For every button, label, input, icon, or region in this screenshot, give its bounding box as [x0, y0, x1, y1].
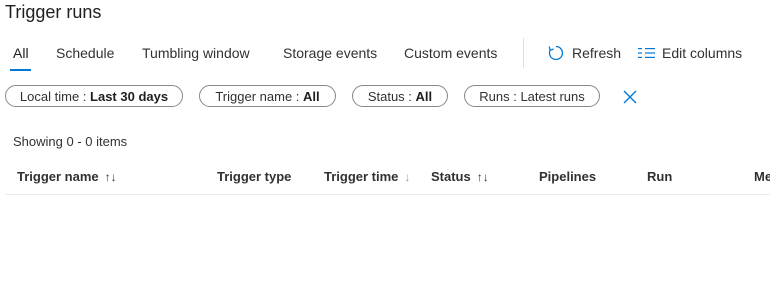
table-header-divider — [5, 194, 770, 195]
tab-tumbling-window[interactable]: Tumbling window — [142, 44, 250, 62]
filter-trigger-name-value: All — [303, 88, 320, 104]
tab-schedule[interactable]: Schedule — [56, 44, 114, 62]
filter-runs-key: Runs : — [479, 88, 517, 104]
column-header-trigger-name[interactable]: Trigger name ↑↓ — [17, 169, 117, 184]
column-label: Me — [754, 169, 770, 184]
page-title: Trigger runs — [5, 2, 102, 22]
filter-local-time-key: Local time : — [19, 88, 87, 104]
filter-trigger-name[interactable]: Trigger name : All — [199, 85, 336, 107]
sort-desc-icon: ↓ — [404, 169, 411, 184]
column-label: Trigger name — [17, 169, 99, 184]
sort-icon: ↑↓ — [104, 169, 117, 184]
filter-status-value: All — [415, 88, 433, 104]
column-header-status[interactable]: Status ↑↓ — [431, 169, 489, 184]
column-label: Status — [431, 169, 471, 184]
active-tab-indicator — [10, 69, 31, 71]
tab-storage-events[interactable]: Storage events — [283, 44, 377, 62]
column-label: Trigger time — [324, 169, 399, 184]
column-header-pipelines[interactable]: Pipelines — [539, 169, 596, 184]
column-label: Pipelines — [539, 169, 597, 184]
filter-status-key: Status : — [367, 88, 412, 104]
toolbar-divider — [523, 38, 524, 68]
refresh-icon — [548, 45, 564, 61]
filter-status[interactable]: Status : All — [352, 85, 448, 107]
filter-trigger-name-key: Trigger name : — [215, 88, 300, 104]
columns-icon — [638, 48, 655, 58]
clear-filters-icon[interactable] — [621, 88, 639, 106]
refresh-label: Refresh — [572, 45, 622, 61]
filter-local-time[interactable]: Local time : Last 30 days — [5, 85, 183, 107]
column-header-trigger-time[interactable]: Trigger time ↓ — [324, 169, 410, 184]
results-count: Showing 0 - 0 items — [13, 134, 128, 149]
column-header-trigger-type[interactable]: Trigger type — [217, 169, 291, 184]
refresh-button[interactable]: Refresh — [547, 44, 621, 62]
tab-custom-events[interactable]: Custom events — [404, 44, 497, 62]
column-label: Trigger type — [217, 169, 292, 184]
sort-icon: ↑↓ — [476, 169, 489, 184]
edit-columns-button[interactable]: Edit columns — [638, 44, 742, 62]
filter-runs-value: Latest runs — [520, 88, 585, 104]
column-header-truncated[interactable]: Me — [754, 169, 770, 184]
column-label: Run — [647, 169, 673, 184]
edit-columns-label: Edit columns — [662, 45, 743, 61]
column-header-run[interactable]: Run — [647, 169, 672, 184]
tab-all[interactable]: All — [13, 44, 29, 62]
filter-runs[interactable]: Runs : Latest runs — [464, 85, 600, 107]
filter-local-time-value: Last 30 days — [90, 88, 169, 104]
